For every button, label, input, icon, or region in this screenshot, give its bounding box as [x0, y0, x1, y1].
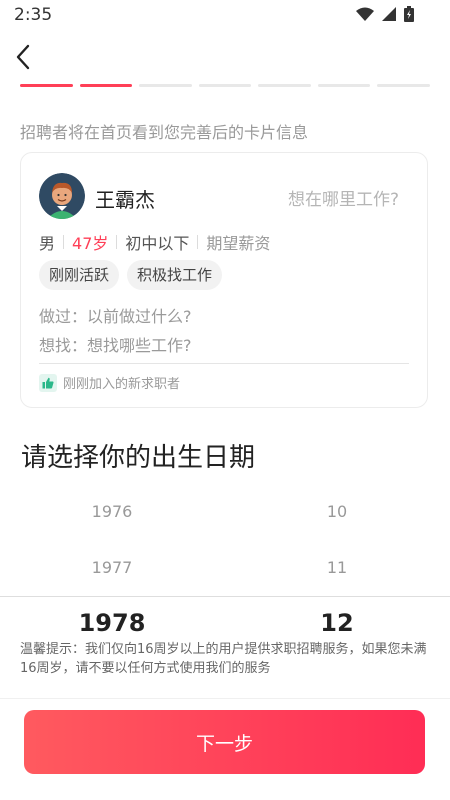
status-icons — [356, 6, 414, 22]
next-button[interactable]: 下一步 — [24, 710, 425, 774]
candidate-meta: 男 47岁 初中以下 期望薪资 — [39, 230, 270, 254]
separator — [63, 235, 65, 249]
thumbs-up-icon — [39, 373, 57, 392]
progress-step-done — [20, 84, 73, 87]
progress-step-pending — [317, 84, 371, 87]
avatar — [39, 173, 85, 219]
education-label: 初中以下 — [125, 234, 190, 253]
progress-step-pending — [198, 84, 252, 87]
separator — [197, 235, 199, 249]
new-seeker-row: 刚刚加入的新求职者 — [39, 373, 180, 392]
selected-year[interactable]: 1978 — [52, 609, 172, 637]
profile-card: 王霸杰 想在哪里工作? 男 47岁 初中以下 期望薪资 刚刚活跃 积极找工作 做… — [20, 152, 428, 408]
step-progress — [20, 84, 431, 88]
year-option[interactable]: 1977 — [52, 558, 172, 577]
signal-icon — [382, 7, 396, 21]
tag-recently-active: 刚刚活跃 — [39, 260, 120, 290]
wanted-jobs-prompt: 想找：想找哪些工作? — [39, 336, 192, 355]
back-button[interactable] — [12, 42, 36, 72]
picker-selection-line — [0, 596, 450, 597]
progress-step-pending — [139, 84, 192, 87]
status-time: 2:35 — [14, 5, 53, 25]
chevron-left-icon — [16, 44, 30, 70]
divider — [0, 698, 450, 699]
age-label: 47岁 — [72, 234, 109, 253]
progress-step-pending — [258, 84, 311, 87]
past-jobs-prompt: 做过：以前做过什么? — [39, 307, 192, 326]
status-tags: 刚刚活跃 积极找工作 — [39, 260, 223, 290]
progress-step-done — [79, 84, 133, 87]
month-option[interactable]: 10 — [277, 502, 397, 521]
divider — [39, 363, 409, 364]
section-title: 请选择你的出生日期 — [21, 443, 256, 473]
age-warning: 温馨提示：我们仅向16周岁以上的用户提供求职招聘服务，如果您未满16周岁，请不要… — [20, 642, 427, 676]
progress-step-pending — [377, 84, 431, 87]
new-seeker-label: 刚刚加入的新求职者 — [63, 377, 181, 392]
work-location-prompt[interactable]: 想在哪里工作? — [288, 185, 399, 210]
wifi-icon — [356, 7, 374, 21]
card-preview-hint: 招聘者将在首页看到您完善后的卡片信息 — [20, 123, 309, 142]
gender-label: 男 — [39, 234, 56, 253]
battery-icon — [404, 6, 414, 22]
separator — [116, 235, 118, 249]
tag-actively-seeking: 积极找工作 — [127, 260, 223, 290]
month-option[interactable]: 11 — [277, 558, 397, 577]
selected-month[interactable]: 12 — [277, 609, 397, 637]
salary-label: 期望薪资 — [206, 234, 271, 253]
year-option[interactable]: 1976 — [52, 502, 172, 521]
candidate-name: 王霸杰 — [95, 188, 155, 212]
